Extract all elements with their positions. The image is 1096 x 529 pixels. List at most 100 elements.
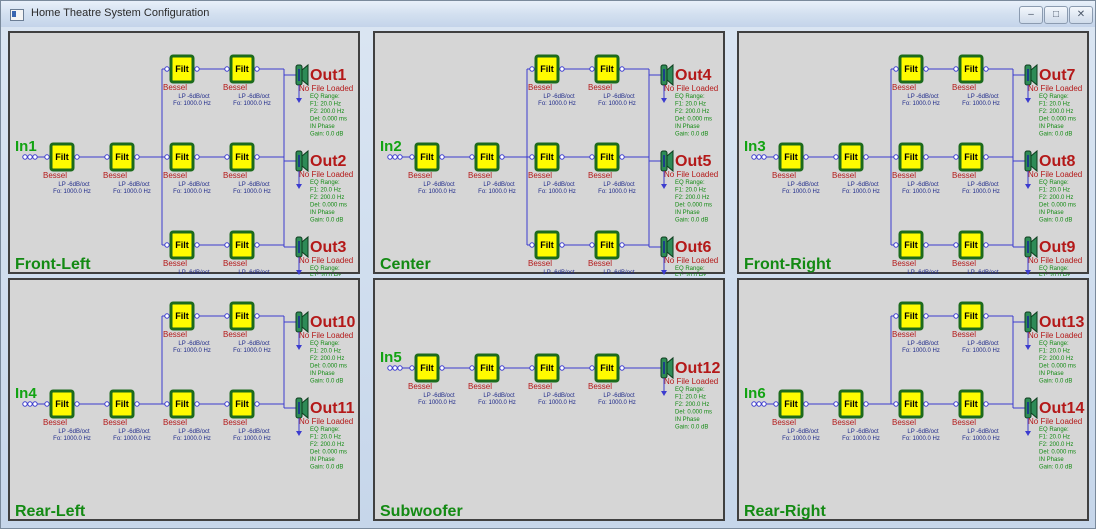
connection-node[interactable] bbox=[224, 401, 230, 407]
connection-node[interactable] bbox=[194, 66, 200, 72]
connection-node[interactable] bbox=[559, 66, 565, 72]
connection-node[interactable] bbox=[224, 313, 230, 319]
maximize-button[interactable]: □ bbox=[1044, 6, 1068, 24]
filter-block[interactable]: FiltBesselLP -6dB/octFo: 1000.0 Hz bbox=[772, 142, 820, 195]
filter-block[interactable]: FiltBesselLP -6dB/octFo: 1000.0 Hz bbox=[223, 142, 271, 195]
filter-block[interactable]: FiltBesselLP -6dB/octFo: 1000.0 Hz bbox=[528, 353, 576, 406]
connection-node[interactable] bbox=[409, 365, 415, 371]
output-label[interactable]: Out13 bbox=[1039, 314, 1084, 331]
connection-node[interactable] bbox=[923, 66, 929, 72]
output-label[interactable]: Out7 bbox=[1039, 67, 1076, 84]
connection-node[interactable] bbox=[387, 365, 393, 371]
output-label[interactable]: Out2 bbox=[310, 153, 347, 170]
connection-node[interactable] bbox=[499, 154, 505, 160]
connection-node[interactable] bbox=[224, 242, 230, 248]
filter-block[interactable]: FiltBesselLP -6dB/octFo: 1000.0 Hz bbox=[832, 389, 880, 442]
filter-block[interactable]: FiltBesselLP -6dB/octFo: 1000.0 Hz bbox=[43, 389, 91, 442]
connection-node[interactable] bbox=[254, 66, 260, 72]
connection-node[interactable] bbox=[529, 154, 535, 160]
connection-node[interactable] bbox=[756, 401, 762, 407]
channel-panel-subwoofer[interactable]: In5 Filt Bessel LP -6dB/oct Fo: 1000.0 Hz Fil… bbox=[373, 278, 725, 521]
connection-node[interactable] bbox=[44, 401, 50, 407]
connection-node[interactable] bbox=[761, 401, 767, 407]
filter-block[interactable]: FiltBesselLP -6dB/octFo: 1000.0 Hz bbox=[163, 301, 211, 354]
connection-node[interactable] bbox=[619, 365, 625, 371]
filter-block[interactable]: FiltBesselLP -6dB/octFo: 1000.0 Hz bbox=[952, 142, 1000, 195]
input-label[interactable]: In4 bbox=[15, 385, 37, 402]
filter-block[interactable]: FiltBesselLP -6dB/octFo: 1000.0 Hz bbox=[588, 54, 636, 107]
connection-node[interactable] bbox=[254, 401, 260, 407]
connection-node[interactable] bbox=[756, 154, 762, 160]
connection-node[interactable] bbox=[751, 154, 757, 160]
output-block[interactable]: Out1No File LoadedEQ Range: F1: 20.0 HzF2… bbox=[284, 63, 353, 138]
connection-node[interactable] bbox=[27, 154, 33, 160]
connection-node[interactable] bbox=[893, 66, 899, 72]
connection-node[interactable] bbox=[104, 154, 110, 160]
connection-node[interactable] bbox=[164, 154, 170, 160]
connection-node[interactable] bbox=[397, 365, 403, 371]
connection-node[interactable] bbox=[44, 154, 50, 160]
filter-block[interactable]: FiltBesselLP -6dB/octFo: 1000.0 Hz bbox=[588, 142, 636, 195]
connection-node[interactable] bbox=[409, 154, 415, 160]
input-label[interactable]: In3 bbox=[744, 138, 766, 155]
connection-node[interactable] bbox=[863, 401, 869, 407]
connection-node[interactable] bbox=[863, 154, 869, 160]
connection-node[interactable] bbox=[589, 242, 595, 248]
connection-node[interactable] bbox=[619, 242, 625, 248]
filter-block[interactable]: FiltBesselLP -6dB/octFo: 1000.0 Hz bbox=[892, 230, 940, 276]
connection-node[interactable] bbox=[254, 313, 260, 319]
filter-block[interactable]: FiltBesselLP -6dB/octFo: 1000.0 Hz bbox=[408, 142, 456, 195]
connection-node[interactable] bbox=[22, 401, 28, 407]
filter-block[interactable]: FiltBesselLP -6dB/octFo: 1000.0 Hz bbox=[832, 142, 880, 195]
connection-node[interactable] bbox=[559, 242, 565, 248]
connection-node[interactable] bbox=[32, 401, 38, 407]
connection-node[interactable] bbox=[194, 242, 200, 248]
filter-block[interactable]: FiltBesselLP -6dB/octFo: 1000.0 Hz bbox=[163, 389, 211, 442]
filter-block[interactable]: FiltBesselLP -6dB/octFo: 1000.0 Hz bbox=[468, 353, 516, 406]
connection-node[interactable] bbox=[164, 66, 170, 72]
connection-node[interactable] bbox=[923, 154, 929, 160]
filter-block[interactable]: FiltBesselLP -6dB/octFo: 1000.0 Hz bbox=[892, 54, 940, 107]
filter-block[interactable]: FiltBesselLP -6dB/octFo: 1000.0 Hz bbox=[528, 142, 576, 195]
connection-node[interactable] bbox=[392, 154, 398, 160]
output-label[interactable]: Out14 bbox=[1039, 400, 1084, 417]
connection-node[interactable] bbox=[923, 242, 929, 248]
connection-node[interactable] bbox=[397, 154, 403, 160]
output-block[interactable]: Out11No File LoadedEQ Range: F1: 20.0 HzF… bbox=[284, 396, 355, 471]
connection-node[interactable] bbox=[773, 401, 779, 407]
connection-node[interactable] bbox=[74, 401, 80, 407]
connection-node[interactable] bbox=[529, 242, 535, 248]
connection-node[interactable] bbox=[751, 401, 757, 407]
connection-node[interactable] bbox=[559, 154, 565, 160]
connection-node[interactable] bbox=[953, 242, 959, 248]
filter-block[interactable]: FiltBesselLP -6dB/octFo: 1000.0 Hz bbox=[223, 389, 271, 442]
connection-node[interactable] bbox=[953, 154, 959, 160]
output-block[interactable]: Out5No File LoadedEQ Range: F1: 20.0 HzF2… bbox=[649, 149, 718, 224]
connection-node[interactable] bbox=[893, 401, 899, 407]
output-block[interactable]: Out13No File LoadedEQ Range: F1: 20.0 HzF… bbox=[1013, 310, 1084, 385]
output-block[interactable]: Out8No File LoadedEQ Range: F1: 20.0 HzF2… bbox=[1013, 149, 1082, 224]
channel-panel-center[interactable]: In2 Filt Bessel LP -6dB/oct Fo: 1000.0 Hz Fil… bbox=[373, 31, 725, 276]
channel-panel-rear-left[interactable]: In4 Filt Bessel LP -6dB/oct Fo: 1000.0 Hz Fil… bbox=[8, 278, 360, 521]
output-block[interactable]: Out9No File LoadedEQ Range:F1: 20.0 HzF2… bbox=[1013, 235, 1082, 276]
connection-node[interactable] bbox=[224, 66, 230, 72]
connection-node[interactable] bbox=[983, 401, 989, 407]
connection-node[interactable] bbox=[773, 154, 779, 160]
connection-node[interactable] bbox=[833, 154, 839, 160]
filter-block[interactable]: FiltBesselLP -6dB/octFo: 1000.0 Hz bbox=[223, 301, 271, 354]
connection-node[interactable] bbox=[893, 242, 899, 248]
output-label[interactable]: Out1 bbox=[310, 67, 347, 84]
output-label[interactable]: Out11 bbox=[310, 400, 355, 417]
output-label[interactable]: Out10 bbox=[310, 314, 355, 331]
output-block[interactable]: Out6No File LoadedEQ Range:F1: 20.0 HzF2… bbox=[649, 235, 718, 276]
input-label[interactable]: In6 bbox=[744, 385, 766, 402]
connection-node[interactable] bbox=[923, 313, 929, 319]
filter-block[interactable]: FiltBesselLP -6dB/octFo: 1000.0 Hz bbox=[103, 142, 151, 195]
connection-node[interactable] bbox=[803, 401, 809, 407]
title-bar[interactable]: Home Theatre System Configuration – □ ✕ bbox=[1, 1, 1095, 27]
filter-block[interactable]: FiltBesselLP -6dB/octFo: 1000.0 Hz bbox=[43, 142, 91, 195]
connection-node[interactable] bbox=[74, 154, 80, 160]
filter-block[interactable]: FiltBesselLP -6dB/octFo: 1000.0 Hz bbox=[952, 54, 1000, 107]
connection-node[interactable] bbox=[833, 401, 839, 407]
filter-block[interactable]: FiltBesselLP -6dB/octFo: 1000.0 Hz bbox=[163, 54, 211, 107]
